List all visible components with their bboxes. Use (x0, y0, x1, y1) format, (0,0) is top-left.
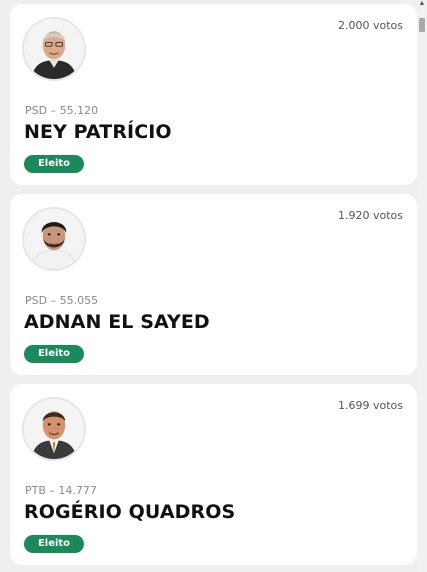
status-badge: Eleito (24, 345, 84, 363)
candidate-name: ADNAN EL SAYED (24, 311, 210, 333)
candidate-photo-icon (22, 17, 86, 81)
candidate-photo-icon (22, 207, 86, 271)
party-number: PSD – 55.055 (25, 294, 99, 307)
candidate-name: ROGÉRIO QUADROS (24, 501, 236, 523)
candidate-photo-icon (22, 397, 86, 461)
vote-count: 2.000 votos (337, 19, 403, 32)
scrollbar[interactable]: ▲ (417, 0, 427, 572)
party-number: PSD – 55.120 (25, 104, 99, 117)
status-badge: Eleito (24, 155, 84, 173)
status-badge: Eleito (24, 535, 84, 553)
candidate-name: NEY PATRÍCIO (24, 121, 172, 143)
candidate-card[interactable]: 1.920 votos PSD – 55.055 ADNAN EL SAYED … (10, 194, 417, 375)
scroll-up-arrow-icon[interactable]: ▲ (418, 0, 426, 8)
candidate-card[interactable]: 1.699 votos PTB – 14.777 ROGÉRIO QUADROS… (10, 384, 417, 565)
vote-count: 1.699 votos (337, 399, 403, 412)
scroll-thumb[interactable] (419, 18, 425, 32)
vote-count: 1.920 votos (337, 209, 403, 222)
candidate-card[interactable]: 2.000 votos PSD – 55.120 NEY PATRÍCIO El… (10, 4, 417, 185)
party-number: PTB – 14.777 (25, 484, 97, 497)
